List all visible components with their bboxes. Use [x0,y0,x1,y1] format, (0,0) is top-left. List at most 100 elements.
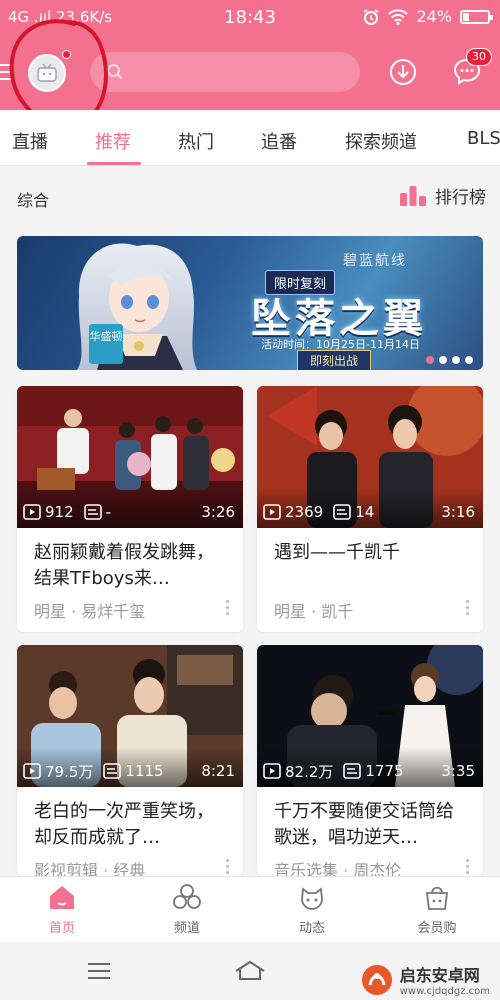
danmaku-icon [343,763,362,779]
ranking-icon [400,185,426,206]
banner-badge: 华盛顿 [89,324,123,364]
play-count: 79.5万 [45,762,94,781]
video-tags: 明星 · 易烊千玺 [34,602,146,621]
video-duration: 3:35 [441,762,475,780]
anime-character-illustration [77,243,197,370]
site-watermark: 启东安卓网 www.cjdqdgz.com [360,962,490,997]
pagination-dot[interactable] [426,356,434,364]
system-home-icon[interactable] [233,959,267,981]
video-stats: 912 - 3:26 [23,502,235,522]
home-icon [50,886,74,909]
search-input[interactable] [130,60,340,84]
video-thumbnail: 79.5万 1115 8:21 [17,645,243,787]
bottom-navigation: 首页 频道 动态 会员购 [0,876,500,942]
download-icon[interactable] [389,58,417,86]
section-title: 综合 [17,191,50,210]
banner-pagination [426,356,473,364]
promo-banner[interactable]: 碧蓝航线 限时复刻 坠落之翼 活动时间：10月25日-11月14日 即刻出战 华… [17,236,483,370]
nav-channels[interactable]: 频道 [137,883,237,936]
danmaku-icon [333,504,351,520]
pagination-dot[interactable] [452,356,460,364]
play-count-icon [23,504,41,520]
status-bar: 4G .ııl 23.6K/s 18:43 24% [0,0,500,36]
active-tab-indicator [87,162,141,165]
play-count: 2369 [285,503,324,521]
channels-icon [173,884,201,909]
banner-cta: 即刻出战 [297,350,372,370]
battery-percent: 24% [416,7,452,26]
nav-home-label: 首页 [48,921,75,936]
video-duration: 8:21 [201,762,235,780]
more-options-icon[interactable] [226,859,229,874]
wifi-icon [388,8,409,25]
video-stats: 79.5万 1115 8:21 [23,761,235,781]
danmaku-count: 14 [355,503,375,521]
video-title: 遇到——千凯千 [274,542,400,563]
search-icon [107,64,123,80]
category-tabs: 直播 推荐 热门 追番 探索频道 BLS [0,110,500,166]
nav-home[interactable]: 首页 [12,883,112,936]
play-count-icon [263,763,281,779]
top-bar: 30 [0,36,500,110]
video-tags: 明星 · 凯千 [274,602,354,621]
video-thumbnail: 82.2万 1775 3:35 [257,645,483,787]
nav-shop[interactable]: 会员购 [387,883,487,936]
danmaku-count: 1115 [125,762,164,780]
pagination-dot[interactable] [465,356,473,364]
battery-icon [460,9,493,24]
ranking-button[interactable]: 排行榜 [399,183,486,208]
danmaku-icon [83,504,102,520]
ranking-label: 排行榜 [435,188,486,208]
watermark-logo-icon [361,964,392,995]
nav-dynamics-label: 动态 [298,921,325,936]
more-options-icon[interactable] [226,600,229,615]
banner-game-name: 碧蓝航线 [343,253,407,269]
play-count-icon [263,504,281,520]
danmaku-icon [103,763,122,779]
search-bar[interactable] [90,52,360,92]
video-thumbnail: 912 - 3:26 [17,386,243,528]
tab-live[interactable]: 直播 [12,128,48,154]
video-title: 千万不要随便交话筒给歌迷，唱功逆天… [274,801,454,848]
video-stats: 2369 14 3:16 [263,502,475,522]
video-tags: 影视剪辑 · 经典 [34,861,146,876]
nav-shop-label: 会员购 [417,921,457,936]
dynamics-icon [301,887,323,910]
watermark-url: www.cjdqdgz.com [399,986,490,997]
tv-mascot-icon [37,63,57,82]
video-card[interactable]: 82.2万 1775 3:35 千万不要随便交话筒给歌迷，唱功逆天… 音乐选集 … [257,645,483,876]
video-thumbnail: 2369 14 3:16 [257,386,483,528]
avatar[interactable] [28,54,66,92]
video-card[interactable]: 912 - 3:26 赵丽颖戴着假发跳舞，结果TFboys来… 明星 · 易烊千… [17,386,243,632]
system-menu-icon[interactable] [86,961,112,981]
video-title: 老白的一次严重笑场，却反而成就了… [34,801,214,848]
play-count-icon [23,763,41,779]
tab-explore-channels[interactable]: 探索频道 [345,128,417,154]
danmaku-count: - [105,503,112,521]
tab-hot[interactable]: 热门 [178,128,214,154]
menu-icon[interactable] [0,64,12,80]
tab-recommend[interactable]: 推荐 [95,128,131,154]
more-options-icon[interactable] [466,859,469,874]
tab-bls[interactable]: BLS [467,128,500,149]
shop-icon [425,886,449,910]
watermark-name: 启东安卓网 [399,966,480,985]
nav-channels-label: 频道 [173,921,200,936]
video-title: 赵丽颖戴着假发跳舞，结果TFboys来… [34,542,214,589]
message-count-badge: 30 [466,48,492,66]
video-stats: 82.2万 1775 3:35 [263,761,475,781]
video-duration: 3:26 [201,503,235,521]
danmaku-count: 1775 [365,762,404,780]
play-count: 82.2万 [285,762,334,781]
video-card[interactable]: 2369 14 3:16 遇到——千凯千 明星 · 凯千 [257,386,483,632]
pagination-dot[interactable] [439,356,447,364]
video-card[interactable]: 79.5万 1115 8:21 老白的一次严重笑场，却反而成就了… 影视剪辑 ·… [17,645,243,876]
play-count: 912 [45,503,74,521]
video-duration: 3:16 [441,503,475,521]
alarm-icon [363,8,379,25]
section-header: 综合 排行榜 [0,166,500,228]
notification-dot [62,50,71,59]
tab-anime-follow[interactable]: 追番 [261,128,297,154]
nav-dynamics[interactable]: 动态 [262,883,362,936]
more-options-icon[interactable] [466,600,469,615]
